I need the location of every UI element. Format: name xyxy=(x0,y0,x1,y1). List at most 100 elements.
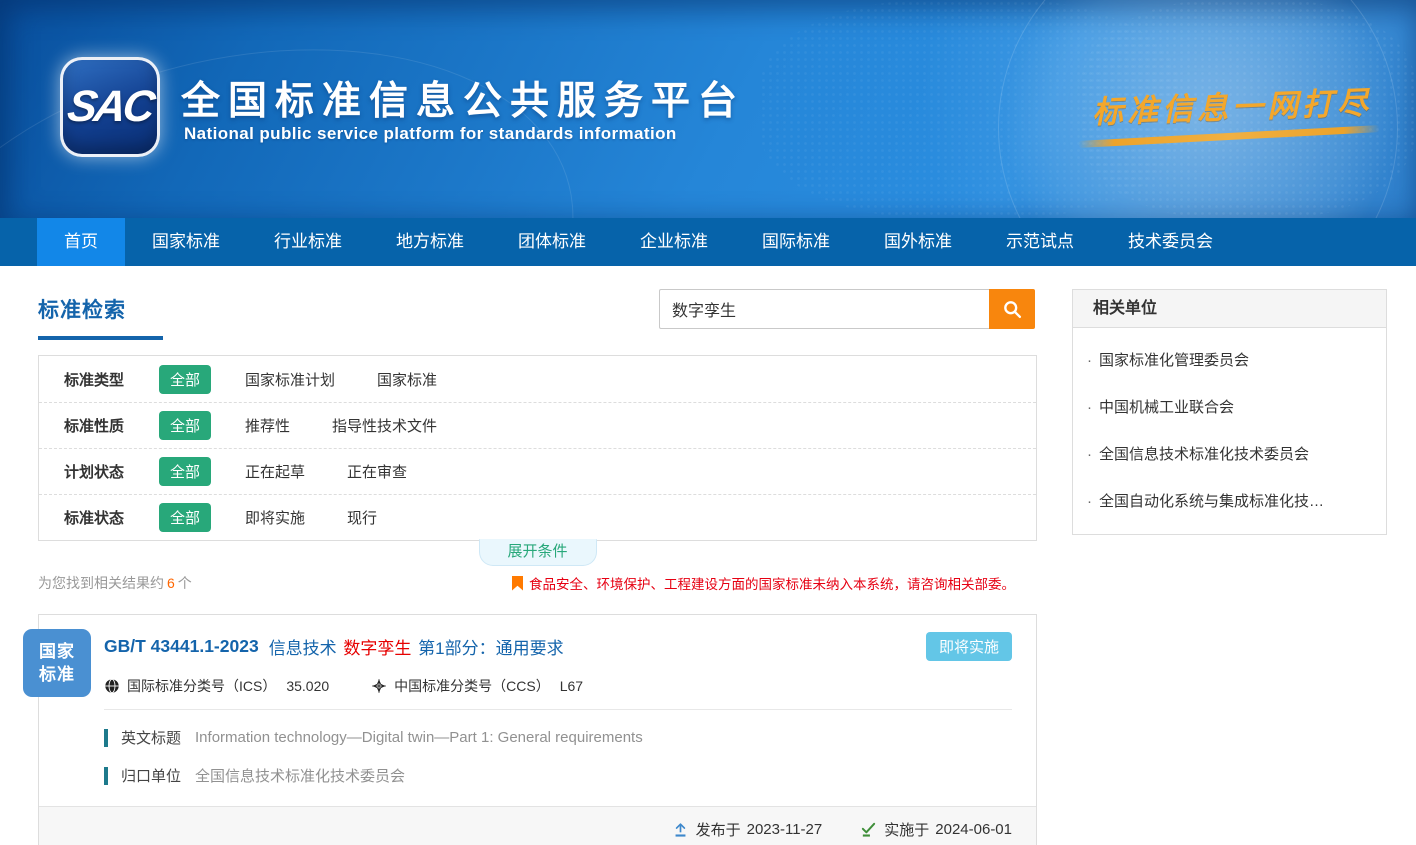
search-button[interactable] xyxy=(989,289,1035,329)
related-units-panel: 相关单位 · 国家标准化管理委员会 ·中国机械工业联合会 · 全国信息技术标准化技术… xyxy=(1072,289,1387,535)
compass-icon xyxy=(371,678,387,694)
globe-icon xyxy=(104,678,120,694)
title-prefix: 信息技术 xyxy=(269,639,337,658)
filter-row-standard-type: 标准类型 全部 国家标准计划 国家标准 xyxy=(39,356,1036,402)
list-dot: · xyxy=(1087,493,1092,510)
results-count-prefix: 为您找到相关结果约 xyxy=(38,575,164,591)
filter-panel: 标准类型 全部 国家标准计划 国家标准 标准性质 全部 推荐性 指导性技术文件 … xyxy=(38,355,1037,541)
site-subtitle: National public service platform for sta… xyxy=(184,124,677,144)
implemented-date: 2024-06-01 xyxy=(935,821,1012,838)
publish-upload-icon xyxy=(672,821,689,838)
sac-logo-text: SAC xyxy=(65,82,156,132)
type-badge-line2: 标准 xyxy=(39,663,75,686)
filter-option[interactable]: 推荐性 xyxy=(245,415,290,436)
related-units-title: 相关单位 xyxy=(1073,290,1386,328)
sidebar-item-machinery-federation[interactable]: ·中国机械工业联合会 xyxy=(1073,383,1386,430)
implemented-date-group: 实施于 2024-06-01 xyxy=(860,819,1012,840)
filter-option[interactable]: 现行 xyxy=(347,507,377,528)
filter-all-badge[interactable]: 全部 xyxy=(159,411,211,440)
standard-code-link[interactable]: GB/T 43441.1-2023 xyxy=(104,636,259,657)
implemented-label: 实施于 xyxy=(884,819,929,840)
ics-label: 国际标准分类号（ICS） xyxy=(127,676,276,696)
filter-label: 标准性质 xyxy=(64,415,159,436)
english-title-label: 英文标题 xyxy=(121,727,181,748)
committee-row: 归口单位 全国信息技术标准化技术委员会 xyxy=(104,765,1012,786)
main-nav: 首页 国家标准 行业标准 地方标准 团体标准 企业标准 国际标准 国外标准 示范… xyxy=(0,218,1416,266)
card-meta-row: 国际标准分类号（ICS） 35.020 中国标准分类号（CCS） L67 xyxy=(104,676,1012,696)
filter-option[interactable]: 国家标准 xyxy=(377,369,437,390)
published-date-group: 发布于 2023-11-27 xyxy=(672,819,823,840)
filter-row-standard-nature: 标准性质 全部 推荐性 指导性技术文件 xyxy=(39,402,1036,448)
system-notice: 食品安全、环境保护、工程建设方面的国家标准未纳入本系统，请咨询相关部委。 xyxy=(512,573,1015,593)
results-info-row: 为您找到相关结果约6个 食品安全、环境保护、工程建设方面的国家标准未纳入本系统，… xyxy=(38,573,1037,593)
card-body: GB/T 43441.1-2023 信息技术 数字孪生 第1部分：通用要求 即将… xyxy=(39,615,1036,806)
ccs-value: L67 xyxy=(560,678,583,694)
search-input[interactable] xyxy=(659,289,989,329)
filter-label: 标准类型 xyxy=(64,369,159,390)
results-count: 为您找到相关结果约6个 xyxy=(38,573,192,593)
filter-option[interactable]: 指导性技术文件 xyxy=(332,415,437,436)
site-title: 全国标准信息公共服务平台 xyxy=(181,70,745,126)
filter-all-badge[interactable]: 全部 xyxy=(159,503,211,532)
list-dot: · xyxy=(1087,446,1092,463)
ccs-group: 中国标准分类号（CCS） L67 xyxy=(371,676,583,696)
status-badge: 即将实施 xyxy=(926,632,1012,661)
list-dot: · xyxy=(1087,352,1092,369)
filter-option[interactable]: 正在起草 xyxy=(245,461,305,482)
committee-label: 归口单位 xyxy=(121,765,181,786)
nav-item-pilot[interactable]: 示范试点 xyxy=(979,218,1101,266)
main-column: 标准检索 标准类型 全部 国家标准计划 国家标准 标准性质 全 xyxy=(38,289,1037,845)
standard-type-badge: 国家 标准 xyxy=(23,629,91,697)
english-title-row: 英文标题 Information technology—Digital twin… xyxy=(104,727,1012,748)
teal-bar-decoration xyxy=(104,767,108,785)
filter-option[interactable]: 正在审查 xyxy=(347,461,407,482)
filter-label: 计划状态 xyxy=(64,461,159,482)
implement-check-icon xyxy=(860,821,877,838)
card-footer: 发布于 2023-11-27 实施于 2024-06-01 xyxy=(39,806,1036,845)
standard-result-card: 国家 标准 GB/T 43441.1-2023 信息技术 数字孪生 第1部分：通… xyxy=(38,614,1037,845)
bookmark-icon xyxy=(512,576,523,591)
type-badge-line1: 国家 xyxy=(39,640,75,663)
expand-conditions-button[interactable]: 展开条件 xyxy=(479,539,597,566)
sidebar-item-sac[interactable]: · 国家标准化管理委员会 xyxy=(1073,336,1386,383)
standard-title-link[interactable]: 信息技术 数字孪生 第1部分：通用要求 xyxy=(269,634,564,659)
published-date: 2023-11-27 xyxy=(747,821,823,838)
card-divider xyxy=(104,709,1012,710)
notice-text: 食品安全、环境保护、工程建设方面的国家标准未纳入本系统，请咨询相关部委。 xyxy=(529,573,1015,593)
filter-row-standard-status: 标准状态 全部 即将实施 现行 xyxy=(39,494,1036,540)
nav-item-local-standards[interactable]: 地方标准 xyxy=(369,218,491,266)
sidebar-item-label: 全国自动化系统与集成标准化技… xyxy=(1099,493,1324,510)
nav-item-international-standards[interactable]: 国际标准 xyxy=(735,218,857,266)
title-highlight: 数字孪生 xyxy=(341,639,413,658)
card-title-row: GB/T 43441.1-2023 信息技术 数字孪生 第1部分：通用要求 即将… xyxy=(104,632,1012,661)
nav-item-home[interactable]: 首页 xyxy=(37,218,125,266)
nav-item-national-standards[interactable]: 国家标准 xyxy=(125,218,247,266)
nav-item-industry-standards[interactable]: 行业标准 xyxy=(247,218,369,266)
search-icon xyxy=(1002,299,1023,320)
nav-item-foreign-standards[interactable]: 国外标准 xyxy=(857,218,979,266)
sac-logo: SAC xyxy=(60,57,160,157)
content-area: 标准检索 标准类型 全部 国家标准计划 国家标准 标准性质 全 xyxy=(0,266,1416,845)
teal-bar-decoration xyxy=(104,729,108,747)
filter-option[interactable]: 国家标准计划 xyxy=(245,369,335,390)
sidebar: 相关单位 · 国家标准化管理委员会 ·中国机械工业联合会 · 全国信息技术标准化技术… xyxy=(1072,289,1387,535)
filter-label: 标准状态 xyxy=(64,507,159,528)
ics-value: 35.020 xyxy=(286,678,329,694)
filter-row-plan-status: 计划状态 全部 正在起草 正在审查 xyxy=(39,448,1036,494)
search-section: 标准检索 xyxy=(38,289,1037,345)
filter-all-badge[interactable]: 全部 xyxy=(159,457,211,486)
filter-option[interactable]: 即将实施 xyxy=(245,507,305,528)
sidebar-item-it-standards-committee[interactable]: · 全国信息技术标准化技术委员会 xyxy=(1073,430,1386,477)
results-count-suffix: 个 xyxy=(178,575,192,591)
title-suffix: 第1部分：通用要求 xyxy=(418,639,563,658)
nav-item-group-standards[interactable]: 团体标准 xyxy=(491,218,613,266)
site-header: SAC 全国标准信息公共服务平台 National public service… xyxy=(0,0,1416,218)
filter-all-badge[interactable]: 全部 xyxy=(159,365,211,394)
sidebar-item-label: 国家标准化管理委员会 xyxy=(1099,352,1249,369)
search-box xyxy=(659,289,1035,329)
sidebar-item-automation-committee[interactable]: · 全国自动化系统与集成标准化技… xyxy=(1073,477,1386,524)
ccs-label: 中国标准分类号（CCS） xyxy=(394,676,550,696)
nav-item-enterprise-standards[interactable]: 企业标准 xyxy=(613,218,735,266)
nav-item-technical-committee[interactable]: 技术委员会 xyxy=(1101,218,1240,266)
sidebar-item-label: 全国信息技术标准化技术委员会 xyxy=(1099,446,1309,463)
